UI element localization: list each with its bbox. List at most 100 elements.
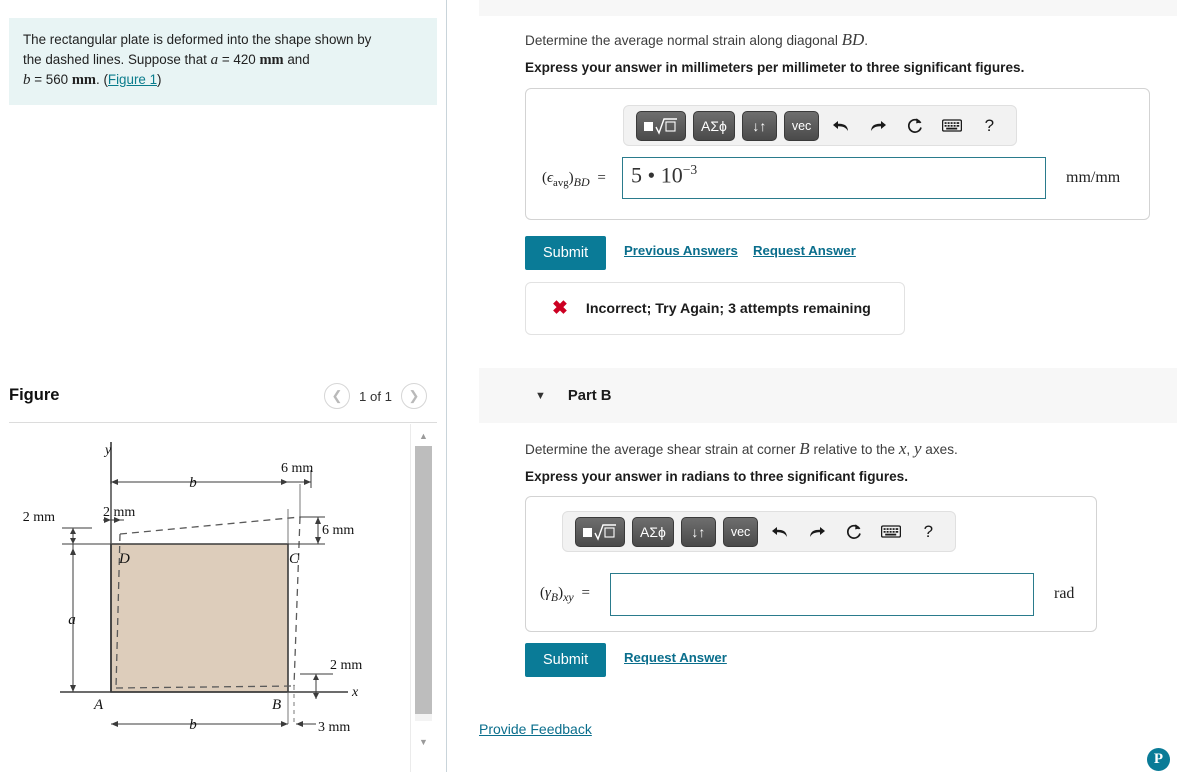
arrow-6mm-right-top	[315, 517, 321, 524]
partA-keyboard-button[interactable]	[937, 112, 967, 140]
label-2mm-left-outer: 2 mm	[23, 510, 55, 525]
deformed-plate-diagram: y x A B C D a b b 2 mm 2 mm 6 mm 6 mm 2 …	[23, 442, 362, 735]
label-point-B: B	[272, 697, 281, 713]
arrow-b-bottom-right	[281, 721, 288, 727]
scroll-up-arrow-icon[interactable]: ▲	[411, 426, 436, 446]
partA-answer-value-base: 5 • 10	[631, 162, 683, 188]
partB-keyboard-button[interactable]	[876, 518, 906, 546]
label-3mm-bottom: 3 mm	[318, 720, 350, 735]
partA-greek-button[interactable]: ΑΣϕ	[693, 110, 735, 141]
partB-answer-label: (γB)xy =	[540, 585, 590, 604]
partB-question-post: axes.	[921, 442, 958, 457]
var-b: b	[23, 72, 31, 88]
partB-redo-button[interactable]	[802, 518, 832, 546]
partB-question-pre: Determine the average shear strain at co…	[525, 442, 800, 457]
arrow-a-bottom	[70, 685, 76, 692]
partB-answer-input[interactable]	[610, 573, 1034, 616]
label-2mm-right: 2 mm	[330, 658, 362, 673]
label-dim-b-top: b	[189, 475, 197, 491]
reset-circle-icon	[908, 117, 923, 133]
partB-question-mid: relative to the	[809, 442, 899, 457]
partA-request-answer-link[interactable]: Request Answer	[753, 243, 856, 258]
arrow-b-top-right	[281, 479, 288, 485]
arrow-b-bottom-left	[111, 721, 118, 727]
label-dim-a: a	[68, 612, 76, 628]
provide-feedback-link[interactable]: Provide Feedback	[479, 721, 592, 737]
partB-question-comma: ,	[906, 442, 914, 457]
problem-close-paren: )	[157, 72, 162, 87]
partA-sqrt-button[interactable]	[636, 110, 686, 141]
figure-1-link[interactable]: Figure 1	[108, 72, 157, 87]
problem-line-2-pre: the dashed lines. Suppose that	[23, 51, 211, 67]
partB-undo-button[interactable]	[765, 518, 795, 546]
partB-question-var-y: y	[913, 439, 922, 458]
partB-request-answer-link[interactable]: Request Answer	[624, 650, 727, 665]
partB-vec-button[interactable]: vec	[722, 516, 759, 547]
caret-down-icon[interactable]: ▼	[535, 390, 546, 402]
partB-help-button[interactable]: ?	[913, 518, 943, 546]
scroll-down-arrow-icon[interactable]: ▼	[411, 732, 436, 752]
partA-question-post: .	[864, 33, 869, 48]
figure-header: Figure ❮ 1 of 1 ❯	[9, 383, 437, 421]
partA-answer-value-exponent: −3	[682, 162, 698, 177]
scrollbar-thumb[interactable]	[415, 446, 432, 714]
label-point-C: C	[289, 551, 300, 567]
partB-question: Determine the average shear strain at co…	[525, 439, 1145, 460]
partA-previous-answers-link[interactable]: Previous Answers	[624, 243, 738, 258]
partB-arrows-button[interactable]: ↓↑	[680, 516, 716, 547]
partB-equals-sign: =	[581, 585, 590, 601]
figure-prev-button[interactable]: ❮	[324, 383, 350, 409]
left-panel: The rectangular plate is deformed into t…	[0, 0, 447, 772]
arrow-b-top-left	[111, 479, 118, 485]
chevron-left-icon: ❮	[331, 388, 343, 403]
reset-circle-icon	[847, 523, 862, 539]
label-x-axis: x	[351, 685, 359, 700]
partA-redo-button[interactable]	[863, 112, 893, 140]
label-y-axis: y	[103, 443, 112, 458]
chevron-right-icon: ❯	[408, 388, 420, 403]
arrow-6mm-top-right	[304, 479, 311, 485]
arrow-2mm-outer-top	[70, 528, 76, 534]
partB-header[interactable]: ▼ Part B	[479, 368, 1177, 423]
deformed-top-edge	[119, 516, 301, 535]
partA-feedback-message: ✖ Incorrect; Try Again; 3 attempts remai…	[525, 282, 905, 335]
figure-title: Figure	[9, 386, 60, 404]
partA-equals-sign: =	[597, 170, 606, 186]
red-x-icon: ✖	[552, 298, 568, 319]
partA-answer-card: ΑΣϕ ↓↑ vec ? (ϵavg)BD = 5 • 10−3 mm/mm	[525, 88, 1150, 220]
partA-feedback-text: Incorrect; Try Again; 3 attempts remaini…	[585, 300, 871, 317]
partB-question-var-B: B	[799, 439, 810, 458]
a-value: = 420	[218, 51, 260, 67]
redo-arrow-icon	[871, 120, 887, 131]
partB-instruction: Express your answer in radians to three …	[525, 469, 909, 484]
figure-divider	[9, 422, 437, 423]
arrow-3mm	[296, 721, 303, 727]
partA-arrows-button[interactable]: ↓↑	[741, 110, 777, 141]
partB-greek-button[interactable]: ΑΣϕ	[632, 516, 674, 547]
undo-arrow-icon	[833, 120, 849, 131]
partA-answer-input[interactable]: 5 • 10−3	[622, 157, 1046, 199]
problem-line-2-post: and	[283, 51, 310, 67]
partA-answer-unit: mm/mm	[1066, 169, 1121, 186]
keyboard-icon	[942, 119, 963, 132]
figure-next-button[interactable]: ❯	[401, 383, 427, 409]
partA-undo-button[interactable]	[826, 112, 856, 140]
partB-answer-card: ΑΣϕ ↓↑ vec ? (γB)xy = rad	[525, 496, 1097, 632]
partA-submit-button[interactable]: Submit	[525, 236, 607, 270]
partB-submit-button[interactable]: Submit	[525, 643, 607, 677]
partB-sqrt-button[interactable]	[575, 516, 625, 547]
label-dim-b-bottom: b	[189, 717, 197, 733]
partA-reset-button[interactable]	[900, 112, 930, 140]
arrow-a-top	[70, 548, 76, 555]
plate-body	[110, 543, 289, 693]
arrow-2mm-right-bottom	[313, 693, 319, 699]
b-value: = 560	[30, 72, 72, 87]
figure-scrollbar[interactable]: ▲ ▼	[410, 424, 435, 772]
partA-vec-button[interactable]: vec	[783, 110, 820, 141]
partB-reset-button[interactable]	[839, 518, 869, 546]
partA-help-button[interactable]: ?	[974, 112, 1004, 140]
figure-counter: 1 of 1	[359, 388, 392, 404]
unit-mm-a: mm	[259, 51, 284, 68]
unit-mm-b: mm	[71, 72, 96, 88]
partB-math-toolbar: ΑΣϕ ↓↑ vec ?	[562, 511, 957, 552]
